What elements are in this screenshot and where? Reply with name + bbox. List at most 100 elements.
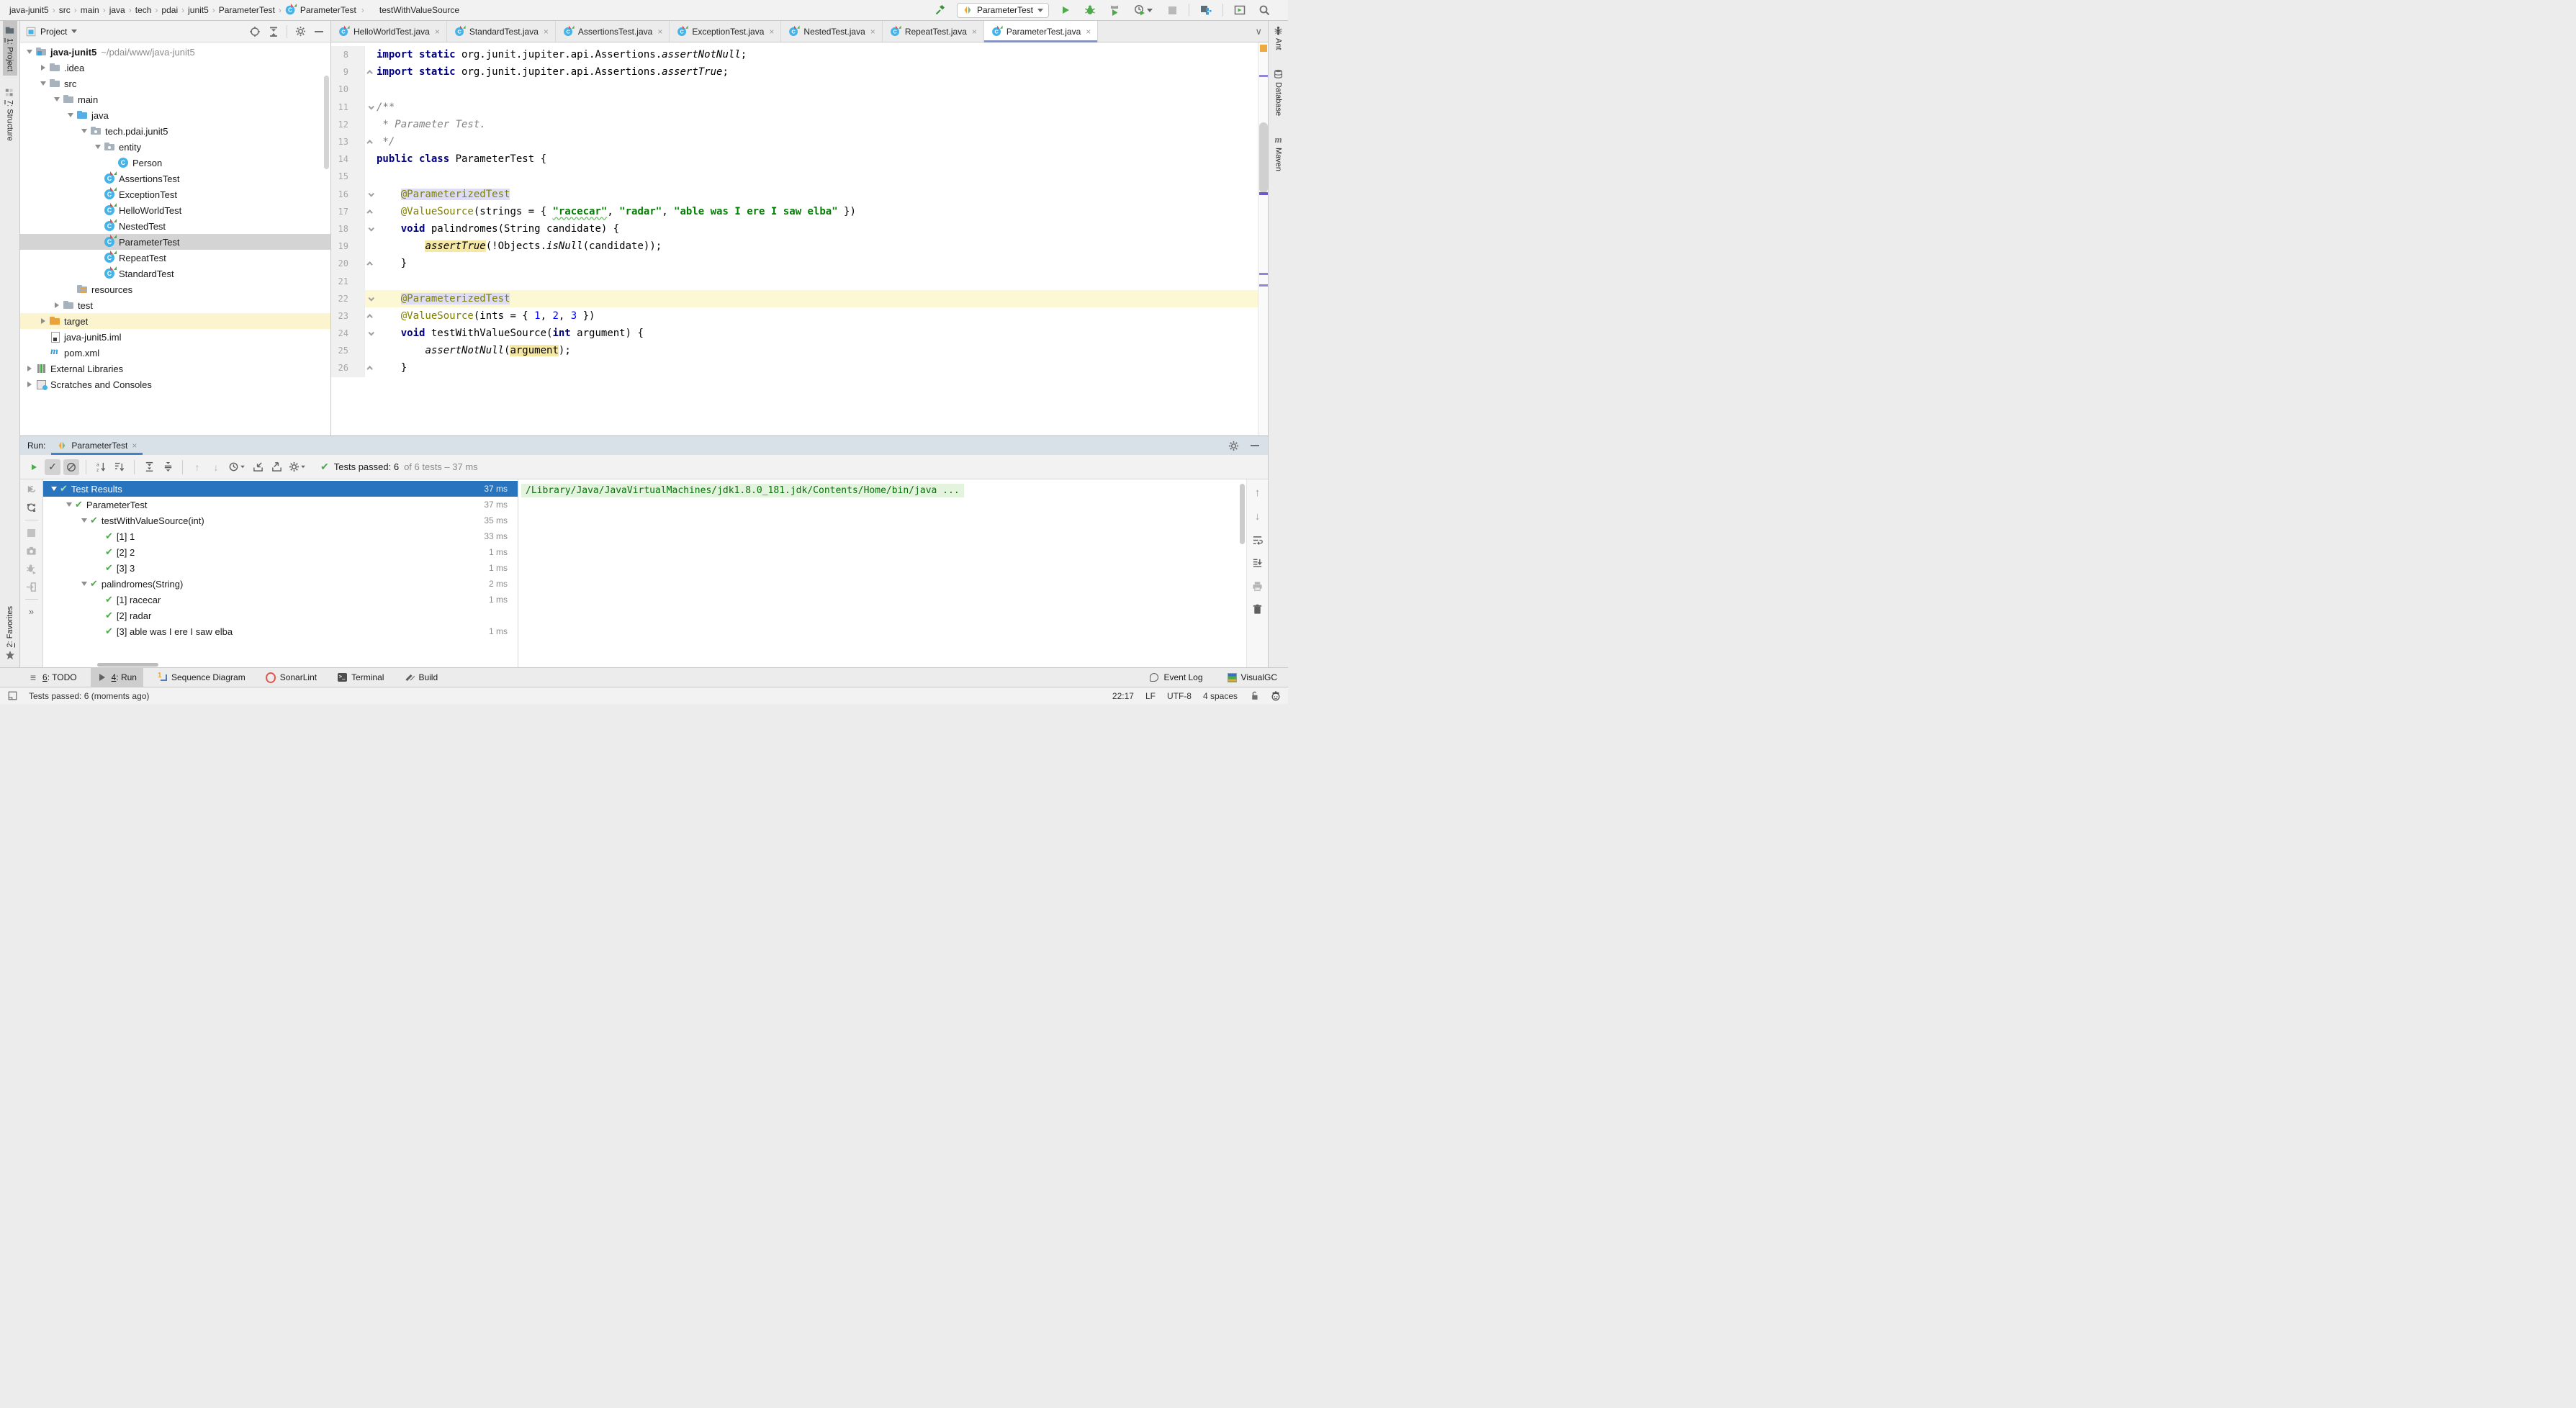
tree-chevron-icon[interactable] — [51, 487, 57, 491]
fold-marker-icon[interactable] — [366, 314, 372, 320]
scroll-to-end-icon[interactable] — [1252, 557, 1264, 569]
editor-line[interactable]: 11 /** — [331, 99, 1258, 116]
run-with-coverage-button[interactable] — [1107, 2, 1122, 18]
project-tree-item[interactable]: target — [20, 313, 330, 329]
test-tree-item[interactable]: ✔ [2] radar — [43, 608, 518, 623]
breadcrumb-item[interactable]: pdai — [159, 4, 180, 17]
editor-line[interactable]: 13 */ — [331, 133, 1258, 150]
import-into-console-icon[interactable] — [26, 581, 37, 592]
close-tab-icon[interactable]: × — [435, 27, 440, 37]
project-scrollbar[interactable] — [324, 76, 329, 169]
line-ending[interactable]: LF — [1145, 691, 1156, 701]
tree-chevron-icon[interactable] — [68, 113, 73, 117]
tool-window-button[interactable]: 6: TODO — [22, 668, 84, 687]
editor-tab[interactable]: ExceptionTest.java × — [670, 21, 781, 42]
run-console[interactable]: /Library/Java/JavaVirtualMachines/jdk1.8… — [518, 479, 1246, 667]
tool-window-button[interactable]: Terminal — [330, 668, 390, 687]
test-tree-item[interactable]: ✔ [1] 1 33 ms — [43, 528, 518, 544]
test-tree-item[interactable]: ✔ [1] racecar 1 ms — [43, 592, 518, 608]
project-tree-item[interactable]: RepeatTest — [20, 250, 330, 266]
project-tree-item[interactable]: HelloWorldTest — [20, 202, 330, 218]
project-tree-item[interactable]: java-junit5.iml — [20, 329, 330, 345]
soft-wrap-icon[interactable] — [1252, 534, 1264, 546]
editor-tab[interactable]: AssertionsTest.java × — [556, 21, 670, 42]
editor-line[interactable]: 22 @ParameterizedTest — [331, 290, 1258, 307]
test-tree-item[interactable]: ✔ Test Results 37 ms — [43, 481, 518, 497]
more-options-icon[interactable]: » — [29, 606, 34, 617]
editor-tab[interactable]: NestedTest.java × — [781, 21, 882, 42]
fold-marker-icon[interactable] — [366, 70, 372, 76]
search-everywhere-icon[interactable] — [1256, 2, 1272, 18]
close-tab-icon[interactable]: × — [972, 27, 977, 37]
test-tree-item[interactable]: ✔ ParameterTest 37 ms — [43, 497, 518, 513]
print-icon[interactable] — [1252, 580, 1264, 592]
breadcrumb-item[interactable]: src — [57, 4, 73, 17]
attach-debugger-icon[interactable] — [26, 563, 37, 574]
editor-line[interactable]: 9 import static org.junit.jupiter.api.As… — [331, 63, 1258, 81]
close-tab-icon[interactable]: × — [657, 27, 662, 37]
editor-line[interactable]: 15 — [331, 168, 1258, 185]
tree-chevron-icon[interactable] — [27, 382, 32, 387]
sort-alphabetically-icon[interactable]: az — [93, 459, 109, 475]
run-tab[interactable]: ParameterTest × — [51, 436, 143, 455]
highlighting-level-icon[interactable] — [1271, 691, 1281, 701]
editor-tab[interactable]: StandardTest.java × — [447, 21, 556, 42]
status-message[interactable]: Tests passed: 6 (moments ago) — [29, 691, 149, 701]
editor-tab[interactable]: HelloWorldTest.java × — [331, 21, 447, 42]
debug-button[interactable] — [1082, 2, 1098, 18]
editor-line[interactable]: 8 import static org.junit.jupiter.api.As… — [331, 46, 1258, 63]
editor-line[interactable]: 26 } — [331, 359, 1258, 376]
project-tree-item[interactable]: pom.xml — [20, 345, 330, 361]
tool-window-button[interactable]: VisualGC — [1221, 668, 1284, 687]
project-tree-item[interactable]: AssertionsTest — [20, 171, 330, 186]
console-scrollbar[interactable] — [1240, 484, 1245, 544]
tree-chevron-icon[interactable] — [66, 502, 72, 507]
caret-position[interactable]: 22:17 — [1112, 691, 1134, 701]
project-tree-item[interactable]: test — [20, 297, 330, 313]
toggle-auto-test-icon[interactable] — [26, 502, 37, 513]
sidebar-item-structure[interactable]: 7: Structure — [3, 83, 17, 145]
thread-dump-icon[interactable] — [26, 545, 37, 556]
test-tree-item[interactable]: ✔ [3] able was I ere I saw elba 1 ms — [43, 623, 518, 639]
test-tree-item[interactable]: ✔ palindromes(String) 2 ms — [43, 576, 518, 592]
project-tree-item[interactable]: Scratches and Consoles — [20, 376, 330, 392]
sidebar-item-maven[interactable]: m Maven — [1271, 130, 1286, 176]
gear-icon[interactable] — [294, 26, 306, 37]
breadcrumb-item[interactable]: java-junit5 — [7, 4, 51, 17]
project-tree-item[interactable]: main — [20, 91, 330, 107]
fold-marker-icon[interactable] — [368, 225, 374, 231]
project-tree-item[interactable]: java — [20, 107, 330, 123]
show-passed-toggle[interactable]: ✓ — [45, 459, 60, 475]
tree-chevron-icon[interactable] — [27, 366, 32, 371]
breadcrumb-item-method[interactable]: testWithValueSource — [377, 4, 461, 17]
tree-chevron-icon[interactable] — [40, 81, 46, 86]
project-structure-button[interactable] — [1198, 2, 1214, 18]
chevron-down-icon[interactable] — [71, 30, 77, 33]
gear-icon[interactable] — [1228, 440, 1239, 451]
project-tree-item[interactable]: entity — [20, 139, 330, 155]
clear-all-icon[interactable] — [1252, 603, 1264, 615]
editor-line[interactable]: 23 @ValueSource(ints = { 1, 2, 3 }) — [331, 307, 1258, 325]
tree-chevron-icon[interactable] — [54, 97, 60, 101]
editor-tab[interactable]: ParameterTest.java × — [984, 21, 1098, 42]
tool-window-button[interactable]: Build — [397, 668, 444, 687]
build-hammer-icon[interactable] — [932, 2, 948, 18]
scroll-down-icon[interactable]: ↓ — [1255, 510, 1261, 523]
project-panel-title[interactable]: Project — [40, 27, 67, 37]
run-button[interactable] — [1058, 2, 1073, 18]
profiler-button[interactable] — [1131, 2, 1156, 18]
tree-chevron-icon[interactable] — [41, 65, 45, 71]
project-tree-item[interactable]: src — [20, 76, 330, 91]
breadcrumb-item[interactable]: main — [78, 4, 102, 17]
project-tree-item[interactable]: Person — [20, 155, 330, 171]
fold-marker-icon[interactable] — [368, 104, 374, 109]
editor-scrollbar-thumb[interactable] — [1259, 122, 1268, 193]
tool-window-button[interactable]: Event Log — [1143, 668, 1209, 687]
project-tree-item[interactable]: java-junit5 ~/pdai/www/java-junit5 — [20, 44, 330, 60]
editor-tab[interactable]: RepeatTest.java × — [883, 21, 984, 42]
scroll-up-icon[interactable]: ↑ — [1255, 487, 1261, 499]
hide-panel-icon[interactable] — [313, 26, 325, 37]
sidebar-item-database[interactable]: Database — [1271, 65, 1286, 120]
expand-all-icon[interactable] — [141, 459, 157, 475]
test-settings-gear-icon[interactable] — [287, 459, 307, 475]
